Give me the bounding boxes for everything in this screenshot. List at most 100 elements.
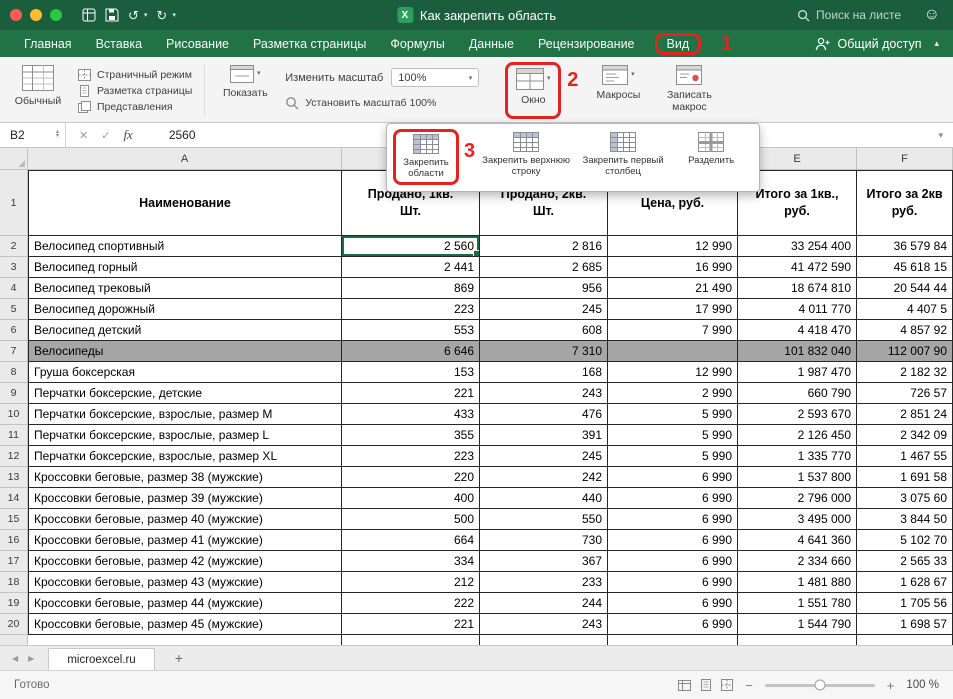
cell-F7[interactable]: 112 007 90 [857,341,953,362]
collapse-ribbon-icon[interactable]: ▴ [934,38,939,49]
cell-D10[interactable]: 5 990 [608,404,738,425]
select-all-corner[interactable] [0,148,28,170]
row-header-7[interactable]: 7 [0,341,28,362]
cell-A8[interactable]: Груша боксерская [28,362,342,383]
cell-F9[interactable]: 726 57 [857,383,953,404]
name-box[interactable]: B2 ▴▾ [0,123,66,147]
cell-A17[interactable]: Кроссовки беговые, размер 42 (мужские) [28,551,342,572]
ribbon-tab-data[interactable]: Данные [469,37,514,51]
page-layout-view-button[interactable]: Разметка страницы [78,85,192,97]
zoom-in-icon[interactable]: + [887,678,895,693]
cell-D5[interactable]: 17 990 [608,299,738,320]
cell-A11[interactable]: Перчатки боксерские, взрослые, размер L [28,425,342,446]
cell-A7[interactable]: Велосипеды [28,341,342,362]
cell-E20[interactable]: 1 544 790 [738,614,857,635]
prev-sheet-icon[interactable]: ◀ [12,654,18,663]
cell-D9[interactable]: 2 990 [608,383,738,404]
row-header-15[interactable]: 15 [0,509,28,530]
cell-A5[interactable]: Велосипед дорожный [28,299,342,320]
save-icon[interactable] [105,8,119,22]
cell-B7[interactable]: 6 646 [342,341,480,362]
cell-C18[interactable]: 233 [480,572,608,593]
cancel-entry-icon[interactable]: ✕ [79,129,88,142]
cell-E7[interactable]: 101 832 040 [738,341,857,362]
cell-D20[interactable]: 6 990 [608,614,738,635]
row-header-3[interactable]: 3 [0,257,28,278]
ribbon-tab-home[interactable]: Главная [24,37,72,51]
undo-menu-caret-icon[interactable]: ▾ [144,11,148,19]
cell-B13[interactable]: 220 [342,467,480,488]
cell-A20[interactable]: Кроссовки беговые, размер 45 (мужские) [28,614,342,635]
cell-C20[interactable]: 243 [480,614,608,635]
cell-B18[interactable]: 212 [342,572,480,593]
cell-D12[interactable]: 5 990 [608,446,738,467]
toolbar-menu-caret-icon[interactable]: ▾ [172,11,176,19]
window-button[interactable]: ▾ Окно [505,62,561,119]
cell-D18[interactable]: 6 990 [608,572,738,593]
cell-E19[interactable]: 1 551 780 [738,593,857,614]
cell-E11[interactable]: 2 126 450 [738,425,857,446]
ribbon-tab-insert[interactable]: Вставка [96,37,142,51]
cell-C7[interactable]: 7 310 [480,341,608,362]
cell-A1[interactable]: Наименование [28,170,342,236]
row-header-13[interactable]: 13 [0,467,28,488]
zoom-100-button[interactable]: Установить масштаб 100% [285,96,493,110]
cell-A2[interactable]: Велосипед спортивный [28,236,342,257]
cell-C10[interactable]: 476 [480,404,608,425]
cell-A12[interactable]: Перчатки боксерские, взрослые, размер XL [28,446,342,467]
row-header-19[interactable]: 19 [0,593,28,614]
cell-B16[interactable]: 664 [342,530,480,551]
cell-D19[interactable]: 6 990 [608,593,738,614]
undo-icon[interactable]: ↺ [128,9,139,22]
row-header-14[interactable]: 14 [0,488,28,509]
cell-C14[interactable]: 440 [480,488,608,509]
page-layout-view-icon[interactable] [700,679,712,691]
cell-E16[interactable]: 4 641 360 [738,530,857,551]
add-sheet-button[interactable]: + [169,646,189,670]
cell-C16[interactable]: 730 [480,530,608,551]
cell-F4[interactable]: 20 544 44 [857,278,953,299]
cell-F19[interactable]: 1 705 56 [857,593,953,614]
cell-D8[interactable]: 12 990 [608,362,738,383]
cell-C2[interactable]: 2 816 [480,236,608,257]
cell-B12[interactable]: 223 [342,446,480,467]
ribbon-tab-draw[interactable]: Рисование [166,37,229,51]
cell-F14[interactable]: 3 075 60 [857,488,953,509]
cell-E17[interactable]: 2 334 660 [738,551,857,572]
sheet-tab-microexcel[interactable]: microexcel.ru [48,648,154,670]
cell-E3[interactable]: 41 472 590 [738,257,857,278]
cell-C17[interactable]: 367 [480,551,608,572]
redo-icon[interactable]: ↻ [156,9,167,22]
confirm-entry-icon[interactable]: ✓ [101,129,110,142]
cell-A9[interactable]: Перчатки боксерские, детские [28,383,342,404]
cell-D15[interactable]: 6 990 [608,509,738,530]
row-header-17[interactable]: 17 [0,551,28,572]
ribbon-tab-page-layout[interactable]: Разметка страницы [253,37,366,51]
cell-E9[interactable]: 660 790 [738,383,857,404]
macros-button[interactable]: ▾ Макросы [590,62,646,119]
column-header-F[interactable]: F [857,148,953,170]
cell-E5[interactable]: 4 011 770 [738,299,857,320]
cell-D6[interactable]: 7 990 [608,320,738,341]
cell-F13[interactable]: 1 691 58 [857,467,953,488]
cell-E15[interactable]: 3 495 000 [738,509,857,530]
cell-B4[interactable]: 869 [342,278,480,299]
zoom-slider-thumb[interactable] [814,680,825,691]
row-header-5[interactable]: 5 [0,299,28,320]
row-header-8[interactable]: 8 [0,362,28,383]
page-break-preview-button[interactable]: Страничный режим [78,69,192,81]
cell-D17[interactable]: 6 990 [608,551,738,572]
cell-A3[interactable]: Велосипед горный [28,257,342,278]
normal-view-icon[interactable] [678,680,691,691]
page-break-view-icon[interactable] [721,679,733,691]
cell-D14[interactable]: 6 990 [608,488,738,509]
cell-B11[interactable]: 355 [342,425,480,446]
cell-D3[interactable]: 16 990 [608,257,738,278]
row-header-20[interactable]: 20 [0,614,28,635]
close-button[interactable] [10,9,22,21]
name-box-stepper[interactable]: ▴▾ [56,131,59,138]
cell-E8[interactable]: 1 987 470 [738,362,857,383]
cell-A10[interactable]: Перчатки боксерские, взрослые, размер M [28,404,342,425]
zoom-select[interactable]: 100% ▾ [391,68,479,87]
menu-item-freeze-panes[interactable]: Закрепить области [393,129,459,185]
